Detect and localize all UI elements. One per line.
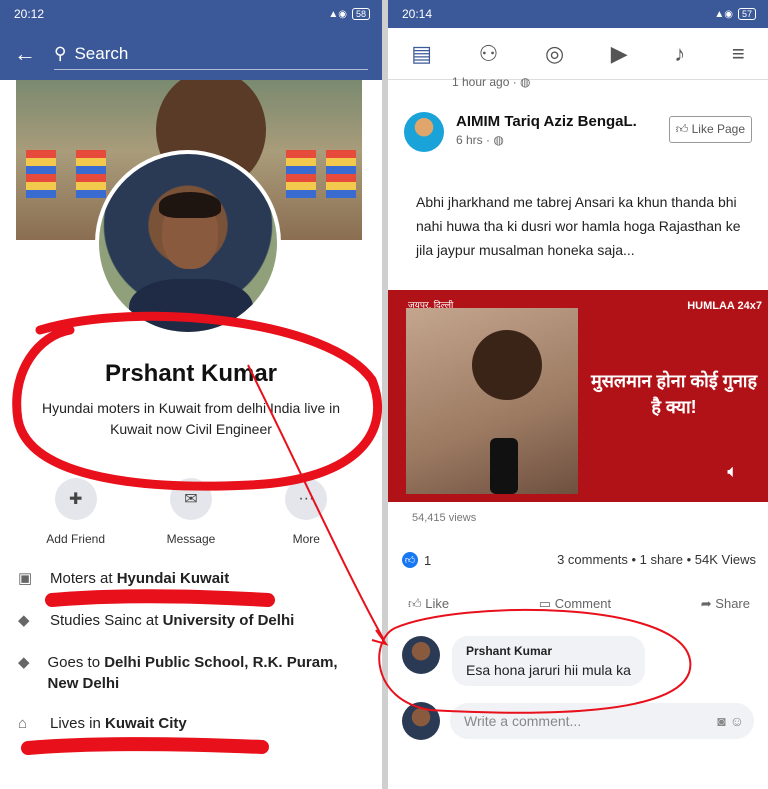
news-feed-icon[interactable]: ▤ [411,41,432,67]
video-thumbnail [406,308,578,494]
info-education-university[interactable]: ◆ Studies Sainc at University of Delhi [18,610,368,631]
profile-panel: 20:12 ▲◉ 58 ← ⚲ Search Prshant Kumar Hyun… [0,0,382,789]
comment-button[interactable]: ▭ Comment [539,596,611,612]
globe-icon: ◍ [493,133,504,147]
post-stats: 👍︎ 1 3 comments • 1 share • 54K Views [402,552,756,568]
notifications-icon[interactable]: ♪ [674,41,685,67]
post-video[interactable]: जयपुर, दिल्ली HUMLAA 24x7 मुसलमान होना क… [388,290,768,502]
like-reaction-icon: 👍︎ [402,552,418,568]
reaction-count: 1 [424,552,432,568]
post-action-bar: 👍︎ Like ▭ Comment ➦ Share [408,596,750,612]
write-comment-row: Write a comment... ◙ ☺ [402,702,754,740]
status-time: 20:14 [402,7,433,21]
info-education-school[interactable]: ◆ Goes to Delhi Public School, R.K. Pura… [18,652,368,694]
like-page-button[interactable]: 👍︎ Like Page [668,116,752,143]
share-icon: ➦ [700,596,712,611]
globe-icon: ◍ [520,75,531,89]
search-placeholder: Search [74,43,129,63]
engagement-stats[interactable]: 3 comments • 1 share • 54K Views [557,552,756,568]
search-icon: ⚲ [54,43,67,63]
comment-text: Esa hona jaruri hii mula ka [466,662,631,678]
profile-actions: ✚ Add Friend ✉ Message ··· More [0,478,382,546]
more-icon: ··· [285,478,328,520]
comment-bubble[interactable]: Prshant Kumar Esa hona jaruri hii mula k… [452,636,645,686]
profile-name: Prshant Kumar [104,360,278,387]
graduation-cap-icon: ◆ [18,654,30,671]
thumbs-up-icon: 👍︎ [675,122,689,136]
message-icon: ✉ [169,478,212,520]
status-time: 20:12 [14,7,45,21]
battery-level: 58 [351,8,370,20]
groups-icon[interactable]: ◎ [545,41,564,67]
profile-bio: Hyundai moters in Kuwait from delhi Indi… [41,400,341,437]
back-arrow-icon[interactable]: ← [14,41,36,67]
thumbs-up-icon: 👍︎ [408,596,422,611]
status-bar: 20:12 ▲◉ 58 [0,0,382,28]
message-button[interactable]: ✉ Message [146,478,236,546]
view-count: 54,415 views [412,512,477,524]
more-button[interactable]: ··· More [261,478,351,546]
post-header: AIMIM Tariq Aziz BengaL. 6 hrs · ◍ 👍︎ Li… [404,112,752,152]
search-bar: ← ⚲ Search [0,28,382,80]
post-text: Abhi jharkhand me tabrej Ansari ka khun … [416,194,741,258]
profile-picture[interactable] [95,150,281,336]
emoji-icon[interactable]: ☺ [730,713,744,729]
like-button[interactable]: 👍︎ Like [408,596,449,612]
post-time: 6 hrs · ◍ [456,133,504,147]
home-icon: ⌂ [18,715,28,732]
comment-input[interactable]: Write a comment... ◙ ☺ [450,703,754,739]
post-author[interactable]: AIMIM Tariq Aziz BengaL. [456,112,646,131]
friends-icon[interactable]: ⚇ [479,41,499,67]
camera-icon[interactable]: ◙ [717,713,725,729]
wifi-icon: ▲◉ [328,8,347,20]
comment-item: Prshant Kumar Esa hona jaruri hii mula k… [402,636,748,686]
add-friend-button[interactable]: ✚ Add Friend [31,478,121,546]
graduation-cap-icon: ◆ [18,612,30,629]
share-button[interactable]: ➦ Share [701,596,750,612]
info-work[interactable]: ▣ Moters at Hyundai Kuwait [18,568,368,589]
add-friend-icon: ✚ [54,478,97,520]
briefcase-icon: ▣ [18,570,33,587]
channel-logo: HUMLAA 24x7 [687,300,762,312]
post-panel: 20:14 ▲◉ 57 ▤ ⚇ ◎ ▶ ♪ ≡ 1 hour ago · ◍ AI… [388,0,768,789]
watch-icon[interactable]: ▶ [611,41,628,67]
volume-icon[interactable]: 🔈︎ [727,461,738,482]
video-caption: मुसलमान होना कोई गुनाह है क्या! [590,371,758,417]
wifi-icon: ▲◉ [714,8,733,20]
previous-post-time: 1 hour ago · ◍ [452,75,531,89]
menu-icon[interactable]: ≡ [732,41,745,67]
page-avatar[interactable] [404,112,444,152]
status-bar: 20:14 ▲◉ 57 [388,0,768,28]
commenter-avatar[interactable] [402,636,440,674]
top-nav: ▤ ⚇ ◎ ▶ ♪ ≡ [388,28,768,80]
comment-icon: ▭ [538,596,552,611]
user-avatar [402,702,440,740]
info-location[interactable]: ⌂ Lives in Kuwait City [18,713,368,734]
commenter-name[interactable]: Prshant Kumar [466,644,631,658]
battery-level: 57 [737,8,756,20]
search-input[interactable]: ⚲ Search [54,38,368,70]
